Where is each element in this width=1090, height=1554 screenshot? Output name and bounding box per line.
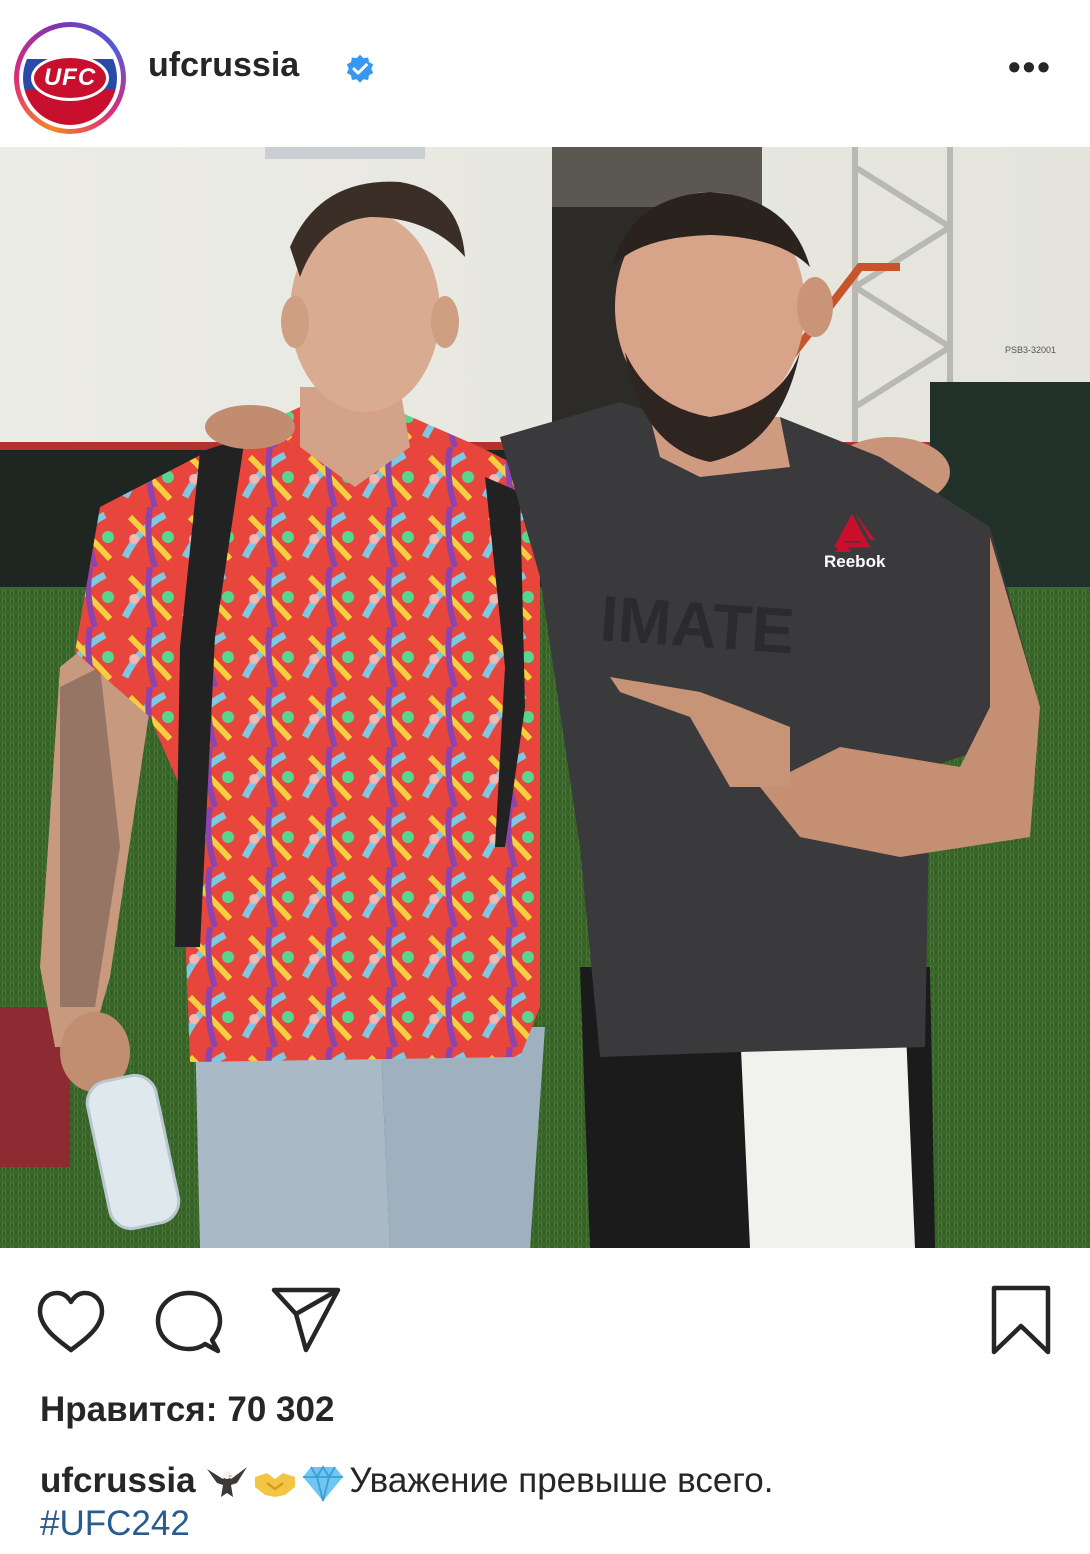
share-icon[interactable] — [270, 1284, 342, 1356]
hashtag-link[interactable]: #UFC242 — [40, 1503, 1060, 1545]
likes-count[interactable]: Нравится: 70 302 — [40, 1390, 334, 1430]
caption-username[interactable]: ufcrussia — [40, 1461, 196, 1500]
verified-badge-icon — [346, 54, 374, 83]
username-link[interactable]: ufcrussia — [148, 46, 299, 85]
photo-illustration: PSB3-32001 IMATE Reebok — [0, 147, 1090, 1248]
likes-label: Нравится: — [40, 1390, 218, 1429]
ufc-logo: UFC — [31, 55, 109, 101]
wall-label: PSB3-32001 — [1005, 345, 1056, 355]
heart-icon[interactable] — [36, 1288, 106, 1358]
handshake-emoji-icon — [255, 1472, 296, 1497]
post-caption: ufcrussia Уважение превыше всего. #UFC24… — [40, 1460, 1060, 1545]
bookmark-icon[interactable] — [988, 1284, 1054, 1356]
avatar-image: UFC — [23, 31, 117, 125]
shirt-logo-text: Reebok — [824, 552, 886, 571]
eagle-emoji-icon — [207, 1466, 248, 1497]
shirt-print: IMATE — [598, 582, 797, 667]
avatar[interactable]: UFC — [14, 22, 126, 134]
post-header: UFC ufcrussia ••• — [0, 0, 1090, 147]
post-photo[interactable]: PSB3-32001 IMATE Reebok — [0, 147, 1090, 1248]
more-options-button[interactable]: ••• — [1008, 49, 1052, 85]
likes-number: 70 302 — [227, 1390, 335, 1429]
gem-emoji-icon — [303, 1465, 344, 1501]
comment-icon[interactable] — [154, 1288, 224, 1358]
caption-text: Уважение превыше всего. — [349, 1461, 774, 1500]
action-bar — [0, 1248, 1090, 1388]
